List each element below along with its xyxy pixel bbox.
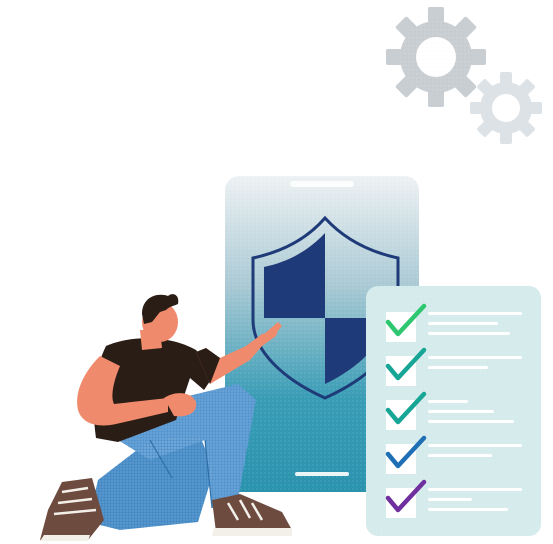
phone-home-bar <box>295 472 349 476</box>
phone-speaker <box>290 181 354 187</box>
gear-icon <box>470 72 542 144</box>
head <box>142 294 179 342</box>
shoe <box>40 478 104 541</box>
shoe <box>212 494 292 536</box>
gear-icon <box>386 7 486 107</box>
security-illustration <box>0 0 553 544</box>
